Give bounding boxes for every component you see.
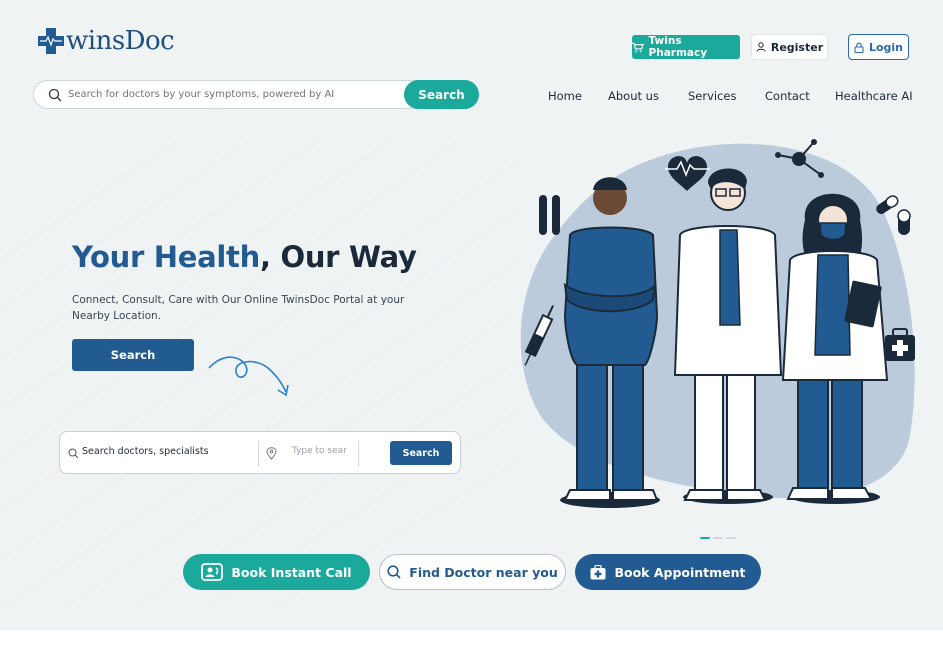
- user-icon: [756, 42, 766, 52]
- twins-pharmacy-label: Twins Pharmacy: [648, 35, 708, 59]
- carousel-dot[interactable]: [726, 537, 736, 539]
- location-search-button[interactable]: Search: [390, 441, 452, 465]
- medical-cross-logo-icon: [38, 28, 64, 54]
- nav-item-services[interactable]: Services: [688, 89, 737, 103]
- logo[interactable]: winsDoc: [38, 26, 175, 56]
- divider: [358, 441, 359, 466]
- hero-title-highlight: Your Health: [72, 240, 260, 274]
- twins-pharmacy-button[interactable]: Twins Pharmacy: [632, 35, 740, 59]
- carousel-dot[interactable]: [713, 537, 723, 539]
- hero-search-button[interactable]: Search: [72, 339, 194, 371]
- login-button[interactable]: Login: [848, 34, 909, 60]
- doctor-search-input[interactable]: [82, 446, 252, 457]
- book-instant-call-button[interactable]: Book Instant Call: [183, 554, 370, 590]
- search-icon: [48, 88, 62, 101]
- search-icon: [68, 448, 79, 459]
- login-label: Login: [868, 40, 904, 54]
- carousel-indicator: [700, 537, 736, 539]
- ai-search-bar: Search: [33, 80, 479, 109]
- register-label: Register: [770, 40, 824, 54]
- register-button[interactable]: Register: [751, 34, 828, 60]
- find-doctor-label: Find Doctor near you: [409, 564, 558, 580]
- nav-item-home[interactable]: Home: [548, 89, 582, 103]
- landing-page: winsDoc Twins Pharmacy Register Login Se…: [0, 0, 943, 630]
- hero-subtitle: Connect, Consult, Care with Our Online T…: [72, 294, 405, 322]
- carousel-dot[interactable]: [700, 537, 710, 539]
- ai-search-input[interactable]: [68, 89, 398, 100]
- hero-title: Your Health, Our Way: [72, 240, 417, 274]
- curly-arrow-icon: [208, 356, 289, 397]
- page-footer-area: [0, 630, 943, 667]
- video-call-icon: [201, 563, 224, 581]
- location-pin-icon: [266, 447, 277, 460]
- book-appointment-button[interactable]: Book Appointment: [575, 554, 761, 590]
- search-icon: [387, 565, 401, 579]
- medical-kit-icon: [590, 564, 606, 579]
- ai-search-button[interactable]: Search: [404, 80, 479, 109]
- nav-item-about-us[interactable]: About us: [608, 89, 659, 103]
- nav-item-healthcare-ai[interactable]: Healthcare AI: [835, 89, 913, 103]
- logo-text: winsDoc: [66, 26, 175, 56]
- book-appointment-label: Book Appointment: [614, 564, 746, 580]
- doctors-illustration: [520, 139, 915, 508]
- location-input[interactable]: [292, 446, 354, 456]
- lock-icon: [854, 42, 864, 53]
- book-instant-call-label: Book Instant Call: [231, 564, 352, 580]
- find-doctor-button[interactable]: Find Doctor near you: [379, 554, 566, 590]
- doctor-location-search: Search: [59, 431, 461, 474]
- hero-title-rest: , Our Way: [259, 240, 417, 274]
- divider: [258, 441, 259, 466]
- nav-item-contact[interactable]: Contact: [765, 89, 810, 103]
- cart-icon: [632, 42, 644, 52]
